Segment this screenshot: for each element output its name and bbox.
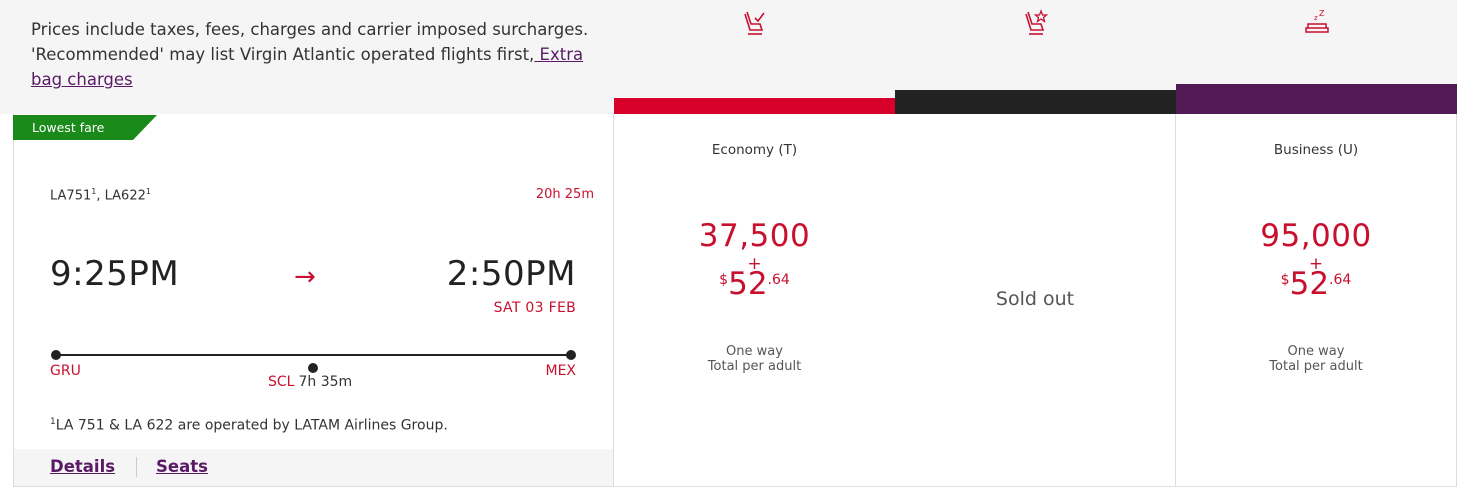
footer-divider: [136, 457, 137, 477]
layover-duration: 7h 35m: [298, 374, 353, 390]
flight-separator: ,: [96, 188, 105, 204]
premium-seat-icon: [1025, 9, 1049, 35]
departure-time: 9:25PM: [50, 254, 180, 294]
business-column-header: z Z: [1176, 0, 1457, 114]
layover-info: SCL 7h 35m: [268, 374, 352, 390]
price-basis: Total per adult: [1269, 359, 1363, 374]
flight-number-2: LA622: [104, 188, 146, 204]
arrival-date: SAT 03 FEB: [493, 300, 576, 316]
destination-dot: [566, 350, 576, 360]
upper-class-bed-icon: z Z: [1305, 9, 1329, 33]
premium-fare-option: Sold out: [895, 114, 1176, 487]
total-duration: 20h 25m: [535, 187, 594, 202]
miles-price: 95,000: [1260, 218, 1372, 254]
business-fare-option[interactable]: Business (U) 95,000 + $52.64 One way Tot…: [1176, 114, 1457, 487]
miles-price: 37,500: [698, 218, 811, 254]
pricing-note: Prices include taxes, fees, charges and …: [31, 17, 591, 92]
cash-cents: .64: [1329, 272, 1352, 288]
premium-column-header: [895, 0, 1176, 114]
economy-seat-icon: [744, 11, 765, 35]
trip-type: One way: [726, 344, 783, 359]
premium-color-bar: [895, 90, 1176, 114]
stop-airport: SCL: [268, 374, 295, 390]
arrow-right-icon: →: [294, 262, 316, 292]
fare-terms: One way Total per adult: [1176, 344, 1456, 374]
cash-price: $52.64: [1176, 266, 1456, 302]
economy-fare-option[interactable]: Economy (T) 37,500 + $52.64 One way Tota…: [613, 114, 896, 487]
currency-symbol: $: [1280, 272, 1290, 288]
destination-airport: MEX: [545, 363, 576, 379]
origin-airport: GRU: [50, 363, 81, 379]
flight-2-footnote-mark: 1: [145, 187, 151, 196]
lowest-fare-label: Lowest fare: [32, 120, 105, 135]
svg-text:z: z: [1314, 14, 1318, 22]
footnote-text: LA 751 & LA 622 are operated by LATAM Ai…: [55, 417, 448, 434]
pricing-note-text: Prices include taxes, fees, charges and …: [31, 20, 589, 64]
economy-column-header: [614, 0, 895, 114]
cabin-name: Business (U): [1273, 142, 1359, 158]
cash-cents: .64: [767, 272, 790, 288]
sold-out-label: Sold out: [995, 288, 1075, 310]
stop-dot: [308, 363, 318, 373]
flight-numbers: LA7511, LA6221: [50, 187, 151, 203]
cash-whole: 52: [1289, 266, 1330, 302]
cash-whole: 52: [728, 266, 768, 302]
seats-link[interactable]: Seats: [156, 457, 208, 476]
currency-symbol: $: [719, 272, 729, 288]
arrival-time: 2:50PM: [446, 254, 576, 294]
origin-dot: [51, 350, 61, 360]
svg-text:Z: Z: [1319, 9, 1325, 18]
operator-footnote: 1LA 751 & LA 622 are operated by LATAM A…: [50, 417, 448, 434]
cash-price: $52.64: [614, 266, 895, 302]
cabin-name: Economy (T): [711, 142, 798, 158]
flight-number-1: LA751: [50, 188, 92, 204]
details-link[interactable]: Details: [50, 457, 115, 476]
route-line: [56, 354, 571, 356]
trip-type: One way: [1287, 344, 1345, 359]
fare-terms: One way Total per adult: [614, 344, 895, 374]
economy-color-bar: [614, 98, 895, 114]
price-basis: Total per adult: [707, 359, 802, 374]
business-color-bar: [1176, 84, 1457, 114]
